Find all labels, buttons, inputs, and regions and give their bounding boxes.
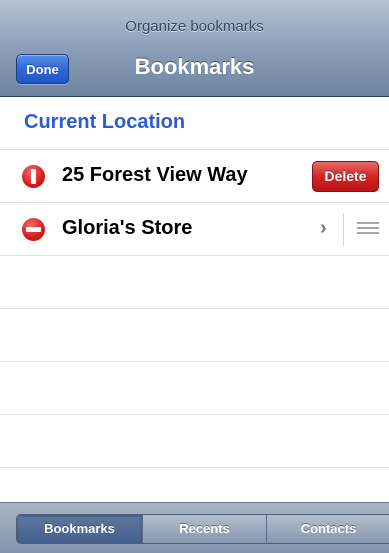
- segmented-control: Bookmarks Recents Contacts: [16, 514, 389, 544]
- chevron-right-icon[interactable]: ›: [320, 217, 327, 240]
- empty-row: [0, 362, 389, 415]
- current-location-row[interactable]: Current Location: [0, 97, 389, 150]
- list-item[interactable]: Gloria's Store ›: [0, 203, 389, 256]
- tab-bookmarks[interactable]: Bookmarks: [17, 515, 142, 543]
- delete-button[interactable]: Delete: [312, 161, 379, 192]
- navbar-prompt: Organize bookmarks: [125, 18, 264, 35]
- list-item[interactable]: 25 Forest View Way Delete: [0, 150, 389, 203]
- tab-contacts[interactable]: Contacts: [266, 515, 389, 543]
- delete-toggle-icon[interactable]: [22, 218, 45, 241]
- empty-row: [0, 309, 389, 362]
- navigation-bar: Organize bookmarks Done Bookmarks: [0, 0, 389, 97]
- bookmarks-screen: Organize bookmarks Done Bookmarks Curren…: [0, 0, 389, 553]
- delete-toggle-icon[interactable]: [22, 165, 45, 188]
- page-title: Bookmarks: [134, 54, 255, 79]
- empty-row: [0, 256, 389, 309]
- tab-recents[interactable]: Recents: [142, 515, 266, 543]
- tab-bar: Bookmarks Recents Contacts: [0, 502, 389, 553]
- reorder-handle-icon[interactable]: [357, 222, 379, 236]
- empty-row: [0, 415, 389, 468]
- list-item-label: Gloria's Store: [62, 217, 193, 239]
- list-item-label: 25 Forest View Way: [62, 164, 248, 186]
- row-divider: [343, 213, 344, 246]
- current-location-label: Current Location: [24, 111, 186, 133]
